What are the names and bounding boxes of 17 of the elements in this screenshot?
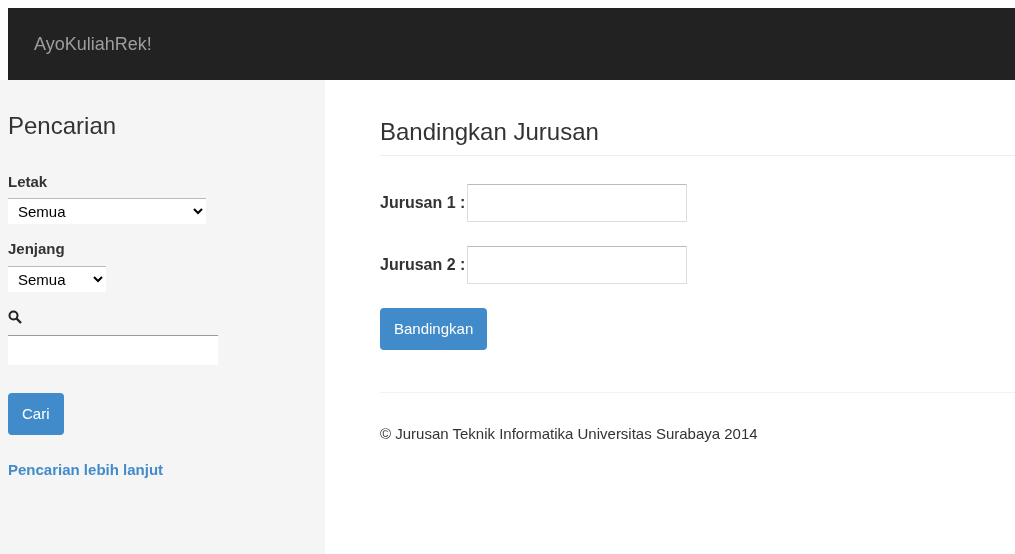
page-title: Bandingkan Jurusan: [380, 118, 1015, 156]
brand-title[interactable]: AyoKuliahRek!: [34, 30, 152, 58]
field-label: Jurusan 1 :: [380, 192, 466, 213]
sidebar-title: Pencarian: [8, 112, 118, 141]
search-field[interactable]: [8, 334, 218, 365]
field-label: Jurusan 2 :: [380, 254, 466, 275]
input-field[interactable]: [467, 245, 688, 284]
search-button[interactable]: Cari: [8, 392, 64, 436]
dropdown[interactable]: Semua: [8, 198, 206, 225]
footer-text: © Jurusan Teknik Informatika Universitas Surabaya 2014: [380, 425, 758, 443]
advanced-search-link[interactable]: Pencarian lebih lanjut: [8, 459, 164, 482]
search-icon: [8, 310, 22, 325]
filter-label: Letak: [8, 171, 49, 192]
dropdown[interactable]: Semua: [8, 265, 106, 292]
compare-button[interactable]: Bandingkan: [380, 307, 488, 351]
input-field[interactable]: [467, 183, 688, 222]
filter-label: Jenjang: [8, 239, 66, 260]
